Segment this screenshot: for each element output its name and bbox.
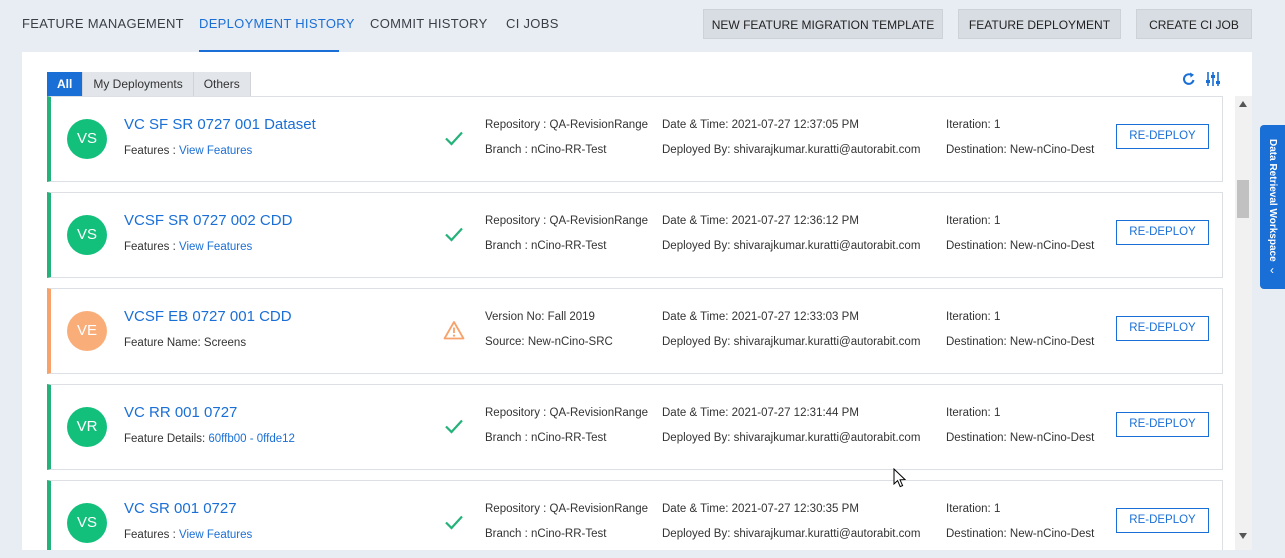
check-icon	[445, 419, 463, 434]
avatar: VS	[67, 215, 107, 255]
re-deploy-button[interactable]: RE-DEPLOY	[1116, 412, 1209, 437]
deployment-list: VS VC SF SR 0727 001 Dataset Features : …	[47, 96, 1223, 550]
check-icon	[445, 515, 463, 530]
branch-text: Branch : nCino-RR-Test	[485, 240, 607, 252]
check-icon	[445, 227, 463, 242]
new-feature-migration-template-button[interactable]: NEW FEATURE MIGRATION TEMPLATE	[703, 9, 943, 39]
deployment-card: VR VC RR 001 0727 Feature Details: 60ffb…	[47, 384, 1223, 470]
feature-details-line: Feature Details: 60ffb00 - 0ffde12	[124, 433, 295, 445]
tab-deployment-history[interactable]: DEPLOYMENT HISTORY	[199, 0, 354, 52]
scroll-up-arrow-icon[interactable]	[1239, 101, 1247, 107]
workspace-label: Data Retrieval Workspace	[1267, 139, 1278, 262]
iteration-text: Iteration: 1	[946, 215, 1001, 227]
deployment-card: VS VCSF SR 0727 002 CDD Features : View …	[47, 192, 1223, 278]
check-icon	[445, 131, 463, 146]
refresh-icon[interactable]	[1182, 71, 1196, 87]
iteration-text: Iteration: 1	[946, 311, 1001, 323]
commit-range-link[interactable]: 60ffb00 - 0ffde12	[208, 433, 295, 445]
deployed-by-text: Deployed By: shivarajkumar.kuratti@autor…	[662, 240, 921, 252]
re-deploy-button[interactable]: RE-DEPLOY	[1116, 316, 1209, 341]
scrollbar-thumb[interactable]	[1237, 180, 1249, 218]
deployment-title[interactable]: VCSF SR 0727 002 CDD	[124, 212, 292, 229]
feature-name-line: Feature Name: Screens	[124, 337, 246, 349]
date-time-text: Date & Time: 2021-07-27 12:31:44 PM	[662, 407, 859, 419]
deployment-title[interactable]: VC RR 001 0727	[124, 404, 237, 421]
date-time-text: Date & Time: 2021-07-27 12:36:12 PM	[662, 215, 859, 227]
feature-deployment-button[interactable]: FEATURE DEPLOYMENT	[958, 9, 1121, 39]
repository-text: Repository : QA-RevisionRange	[485, 407, 648, 419]
features-label: Features :	[124, 529, 176, 541]
chevron-left-icon: ‹	[1270, 263, 1274, 277]
avatar: VE	[67, 311, 107, 351]
subtab-others[interactable]: Others	[193, 72, 251, 96]
deployed-by-text: Deployed By: shivarajkumar.kuratti@autor…	[662, 432, 921, 444]
create-ci-job-button[interactable]: CREATE CI JOB	[1136, 9, 1252, 39]
features-line: Features : View Features	[124, 241, 252, 253]
view-features-link[interactable]: View Features	[179, 241, 252, 253]
date-time-text: Date & Time: 2021-07-27 12:30:35 PM	[662, 503, 859, 515]
deployment-card: VS VC SR 001 0727 Features : View Featur…	[47, 480, 1223, 550]
feature-name-text: Feature Name: Screens	[124, 337, 247, 349]
features-label: Features :	[124, 145, 176, 157]
deployment-history-panel: All My Deployments Others VS VC SF SR 07…	[22, 52, 1252, 550]
deployment-card: VS VC SF SR 0727 001 Dataset Features : …	[47, 96, 1223, 182]
warning-triangle-icon	[443, 321, 465, 340]
scroll-down-arrow-icon[interactable]	[1239, 533, 1247, 539]
feature-details-label: Feature Details:	[124, 433, 206, 445]
re-deploy-button[interactable]: RE-DEPLOY	[1116, 508, 1209, 533]
tab-feature-management[interactable]: FEATURE MANAGEMENT	[22, 0, 184, 52]
repository-text: Repository : QA-RevisionRange	[485, 119, 648, 131]
date-time-text: Date & Time: 2021-07-27 12:33:03 PM	[662, 311, 859, 323]
date-time-text: Date & Time: 2021-07-27 12:37:05 PM	[662, 119, 859, 131]
deployed-by-text: Deployed By: shivarajkumar.kuratti@autor…	[662, 528, 921, 540]
deployment-title[interactable]: VC SR 001 0727	[124, 500, 237, 517]
tab-ci-jobs[interactable]: CI JOBS	[506, 0, 559, 52]
deployed-by-text: Deployed By: shivarajkumar.kuratti@autor…	[662, 144, 921, 156]
re-deploy-button[interactable]: RE-DEPLOY	[1116, 220, 1209, 245]
destination-text: Destination: New-nCino-Dest	[946, 432, 1095, 444]
features-label: Features :	[124, 241, 176, 253]
features-line: Features : View Features	[124, 529, 252, 541]
re-deploy-button[interactable]: RE-DEPLOY	[1116, 124, 1209, 149]
avatar: VS	[67, 503, 107, 543]
destination-text: Destination: New-nCino-Dest	[946, 144, 1095, 156]
branch-text: Branch : nCino-RR-Test	[485, 144, 607, 156]
deployment-title[interactable]: VC SF SR 0727 001 Dataset	[124, 116, 316, 133]
view-features-link[interactable]: View Features	[179, 145, 252, 157]
iteration-text: Iteration: 1	[946, 119, 1001, 131]
deployment-filter-tabs: All My Deployments Others	[47, 72, 251, 96]
repository-text: Repository : QA-RevisionRange	[485, 215, 648, 227]
subtab-all[interactable]: All	[47, 72, 84, 96]
list-scrollbar[interactable]	[1235, 96, 1252, 550]
deployment-title[interactable]: VCSF EB 0727 001 CDD	[124, 308, 292, 325]
mouse-cursor-icon	[893, 468, 907, 488]
iteration-text: Iteration: 1	[946, 407, 1001, 419]
deployment-card: VE VCSF EB 0727 001 CDD Feature Name: Sc…	[47, 288, 1223, 374]
version-text: Version No: Fall 2019	[485, 311, 595, 323]
source-text: Source: New-nCino-SRC	[485, 336, 613, 348]
features-line: Features : View Features	[124, 145, 252, 157]
avatar: VR	[67, 407, 107, 447]
data-retrieval-workspace-tab[interactable]: Data Retrieval Workspace ‹	[1260, 125, 1285, 289]
deployed-by-text: Deployed By: shivarajkumar.kuratti@autor…	[662, 336, 921, 348]
top-navigation: FEATURE MANAGEMENT DEPLOYMENT HISTORY CO…	[0, 0, 1285, 52]
branch-text: Branch : nCino-RR-Test	[485, 432, 607, 444]
view-features-link[interactable]: View Features	[179, 529, 252, 541]
branch-text: Branch : nCino-RR-Test	[485, 528, 607, 540]
repository-text: Repository : QA-RevisionRange	[485, 503, 648, 515]
iteration-text: Iteration: 1	[946, 503, 1001, 515]
destination-text: Destination: New-nCino-Dest	[946, 336, 1095, 348]
destination-text: Destination: New-nCino-Dest	[946, 528, 1095, 540]
subtab-my-deployments[interactable]: My Deployments	[83, 72, 194, 96]
destination-text: Destination: New-nCino-Dest	[946, 240, 1095, 252]
sliders-icon[interactable]	[1205, 71, 1221, 87]
avatar: VS	[67, 119, 107, 159]
tab-commit-history[interactable]: COMMIT HISTORY	[370, 0, 488, 52]
